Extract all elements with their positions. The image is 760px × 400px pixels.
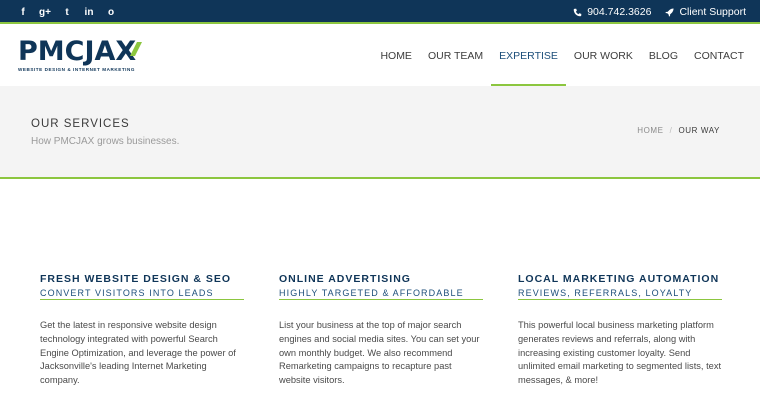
top-bar: f g+ t in o 904.742.3626 Client Support — [0, 0, 760, 24]
page-banner: OUR SERVICES How PMCJAX grows businesses… — [0, 86, 760, 179]
top-contact: 904.742.3626 Client Support — [559, 0, 746, 24]
logo-tagline: WEBSITE DESIGN & INTERNET MARKETING — [18, 67, 135, 72]
client-support-link[interactable]: Client Support — [665, 6, 746, 18]
rocket-icon — [665, 7, 675, 17]
pmcjax-logo[interactable]: PMCJAX WEBSITE DESIGN & INTERNET MARKETI… — [18, 38, 174, 74]
service-heading: LOCAL MARKETING AUTOMATION — [518, 273, 720, 285]
breadcrumb-separator: / — [669, 126, 673, 135]
service-description: List your business at the top of major s… — [279, 320, 480, 386]
page-subtitle: How PMCJAX grows businesses. — [31, 136, 180, 147]
nav-blog[interactable]: BLOG — [641, 26, 686, 86]
phone-number: 904.742.3626 — [587, 6, 652, 18]
breadcrumb: HOME / OUR WAY — [637, 126, 720, 135]
nav-home[interactable]: HOME — [372, 26, 420, 86]
social-links: f g+ t in o — [12, 0, 122, 24]
phone-link[interactable]: 904.742.3626 — [573, 6, 651, 18]
service-column-local-marketing: LOCAL MARKETING AUTOMATION REVIEWS, REFE… — [518, 273, 722, 388]
client-support-label: Client Support — [679, 6, 746, 18]
service-subheading: HIGHLY TARGETED & AFFORDABLE — [279, 288, 483, 300]
breadcrumb-home[interactable]: HOME — [637, 126, 663, 135]
nav-our-team[interactable]: OUR TEAM — [420, 26, 491, 86]
facebook-icon[interactable]: f — [12, 1, 34, 23]
instagram-icon[interactable]: o — [100, 1, 122, 23]
nav-contact[interactable]: CONTACT — [686, 26, 760, 86]
service-column-online-advertising: ONLINE ADVERTISING HIGHLY TARGETED & AFF… — [279, 273, 483, 388]
service-subheading: REVIEWS, REFERRALS, LOYALTY — [518, 288, 722, 300]
linkedin-icon[interactable]: in — [78, 1, 100, 23]
breadcrumb-current: OUR WAY — [678, 126, 720, 135]
twitter-icon[interactable]: t — [56, 1, 78, 23]
nav-expertise[interactable]: EXPERTISE — [491, 26, 566, 86]
logo-green-accent — [130, 42, 142, 56]
page-title: OUR SERVICES — [31, 118, 130, 130]
service-description: This powerful local business marketing p… — [518, 320, 722, 386]
logo-wordmark: PMCJAX — [18, 36, 137, 67]
service-heading: FRESH WEBSITE DESIGN & SEO — [40, 273, 232, 285]
service-subheading: CONVERT VISITORS INTO LEADS — [40, 288, 244, 300]
site-header: PMCJAX WEBSITE DESIGN & INTERNET MARKETI… — [0, 26, 760, 86]
phone-icon — [573, 8, 582, 16]
google-plus-icon[interactable]: g+ — [34, 1, 56, 23]
service-heading: ONLINE ADVERTISING — [279, 273, 411, 285]
service-column-website-design: FRESH WEBSITE DESIGN & SEO CONVERT VISIT… — [40, 273, 244, 388]
main-nav: HOME OUR TEAM EXPERTISE OUR WORK BLOG CO… — [372, 26, 760, 86]
service-description: Get the latest in responsive website des… — [40, 320, 236, 386]
nav-our-work[interactable]: OUR WORK — [566, 26, 641, 86]
